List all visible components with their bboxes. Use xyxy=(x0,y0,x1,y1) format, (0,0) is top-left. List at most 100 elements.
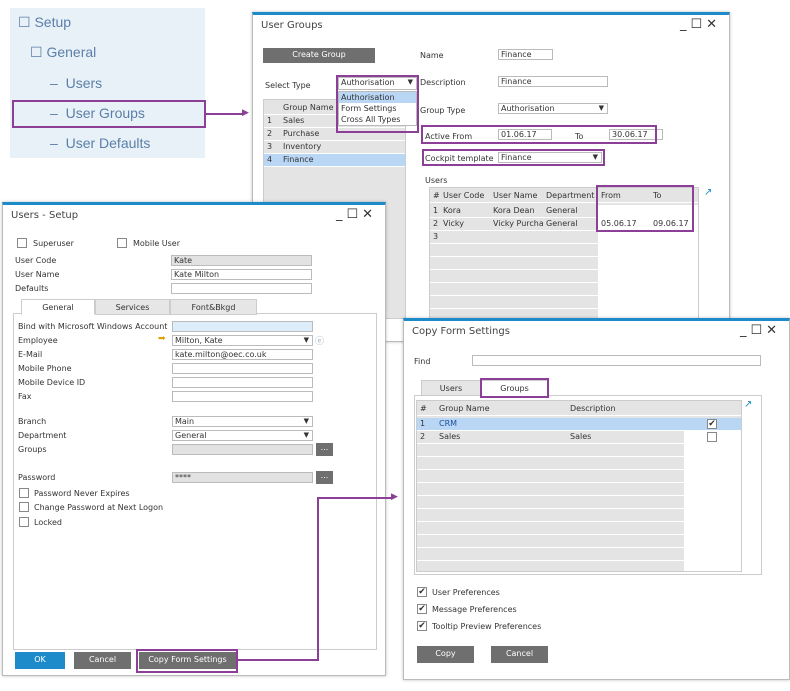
table-cell xyxy=(598,244,698,256)
defaults-input[interactable] xyxy=(171,283,312,294)
group-type-dropdown[interactable]: Authorisation xyxy=(498,103,608,114)
mobile-user-checkbox[interactable] xyxy=(117,238,127,248)
user-code-input[interactable]: Kate xyxy=(171,255,312,266)
field-input[interactable]: Milton, Kate xyxy=(172,335,313,346)
password-never-expires-checkbox[interactable] xyxy=(19,488,29,498)
highlight-box xyxy=(12,100,206,128)
highlight-box xyxy=(480,378,549,398)
window-controls[interactable]: _☐✕ xyxy=(336,207,377,222)
arrow-line xyxy=(206,113,244,115)
column-header[interactable]: # xyxy=(430,190,440,202)
field-input[interactable] xyxy=(172,391,313,402)
empty-row xyxy=(417,535,741,548)
empty-row xyxy=(430,283,698,296)
groups-browse-button[interactable]: ... xyxy=(316,443,333,456)
field-label: Fax xyxy=(18,392,32,401)
table-cell xyxy=(598,296,698,308)
name-label: Name xyxy=(420,51,444,60)
branch-dropdown[interactable]: Main xyxy=(172,416,313,427)
row-number: 1 xyxy=(420,419,426,428)
highlight-box xyxy=(422,149,605,166)
nav-users[interactable]: – Users xyxy=(50,75,102,91)
tab-users[interactable]: Users xyxy=(421,380,481,396)
table-cell xyxy=(684,548,741,560)
password-button[interactable]: ... xyxy=(316,471,333,484)
nav-general[interactable]: ☐ General xyxy=(30,44,96,61)
find-label: Find xyxy=(414,357,431,366)
empty-row xyxy=(417,548,741,561)
preference-checkbox[interactable]: ✔ xyxy=(417,621,427,631)
table-cell xyxy=(598,283,698,295)
select-checkbox[interactable]: ✔ xyxy=(707,419,717,429)
department-dropdown[interactable]: General xyxy=(172,430,313,441)
column-header[interactable]: # xyxy=(417,403,427,415)
window-title: User Groups xyxy=(261,20,323,31)
select-checkbox[interactable] xyxy=(707,432,717,442)
table-row[interactable]: 2 Sales Sales xyxy=(417,431,741,444)
user-code-label: User Code xyxy=(15,256,57,265)
column-header[interactable]: Description xyxy=(567,403,616,415)
tab-services[interactable]: Services xyxy=(95,299,170,315)
field-label: Mobile Phone xyxy=(18,364,72,373)
field-label: Employee xyxy=(18,336,58,345)
change-password-checkbox[interactable] xyxy=(19,502,29,512)
link-arrow-icon[interactable]: ➡ xyxy=(158,334,166,344)
field-label: Bind with Microsoft Windows Account xyxy=(18,322,168,331)
expand-icon[interactable]: ↗ xyxy=(704,187,712,198)
field-input[interactable]: kate.milton@oec.co.uk xyxy=(172,349,313,360)
window-controls[interactable]: _☐✕ xyxy=(740,323,781,338)
description-input[interactable]: Finance xyxy=(498,76,608,87)
tab-general[interactable]: General xyxy=(21,299,95,315)
expand-icon[interactable]: ↗ xyxy=(744,399,752,410)
ok-button[interactable]: OK xyxy=(15,652,65,669)
create-group-button[interactable]: Create Group xyxy=(263,48,375,63)
superuser-checkbox[interactable] xyxy=(17,238,27,248)
find-input[interactable] xyxy=(472,355,761,366)
grid-header: # Group Name Description xyxy=(417,403,741,416)
table-cell xyxy=(598,270,698,282)
password-input[interactable]: **** xyxy=(172,472,313,483)
column-header[interactable]: User Code xyxy=(440,190,490,202)
row-number: 2 xyxy=(420,432,426,441)
locked-checkbox[interactable] xyxy=(19,517,29,527)
table-cell xyxy=(598,257,698,269)
highlight-box xyxy=(421,125,657,144)
cancel-button[interactable]: Cancel xyxy=(74,652,131,669)
cancel-button[interactable]: Cancel xyxy=(491,646,548,663)
empty-row xyxy=(417,509,741,522)
table-row[interactable]: 3 Inventory xyxy=(264,141,405,154)
superuser-label: Superuser xyxy=(33,239,74,248)
column-header[interactable]: Group Name xyxy=(436,403,490,415)
list-icon[interactable]: ⓔ xyxy=(315,334,324,347)
table-cell xyxy=(684,496,741,508)
group-type-label: Group Type xyxy=(420,106,466,115)
table-cell xyxy=(684,470,741,482)
table-row[interactable]: 3 xyxy=(430,231,698,244)
preference-checkbox[interactable]: ✔ xyxy=(417,604,427,614)
nav-user-defaults[interactable]: – User Defaults xyxy=(50,135,150,151)
table-row[interactable]: 1 CRM ✔ xyxy=(417,418,741,431)
window-controls[interactable]: _☐✕ xyxy=(680,17,721,32)
copy-button[interactable]: Copy xyxy=(417,646,474,663)
groups-input[interactable] xyxy=(172,444,313,455)
groups-label: Groups xyxy=(18,445,47,454)
table-cell: Vicky xyxy=(443,219,464,228)
arrow-head-icon: ▶ xyxy=(242,108,249,118)
user-name-input[interactable]: Kate Milton xyxy=(171,269,312,280)
table-row-selected[interactable]: 4 Finance xyxy=(264,154,405,167)
description-label: Description xyxy=(420,78,466,87)
field-input[interactable] xyxy=(172,321,313,332)
arrow-line xyxy=(317,497,393,499)
table-cell xyxy=(684,444,741,456)
column-header[interactable]: User Name xyxy=(490,190,543,202)
field-input[interactable] xyxy=(172,363,313,374)
window-title: Users - Setup xyxy=(11,210,79,221)
name-input[interactable]: Finance xyxy=(498,49,553,60)
table-cell xyxy=(684,561,741,571)
nav-setup[interactable]: ☐ Setup xyxy=(18,14,71,31)
preference-checkbox[interactable]: ✔ xyxy=(417,587,427,597)
tab-font-bkgd[interactable]: Font&Bkgd xyxy=(170,299,257,315)
table-cell xyxy=(598,231,650,243)
column-header[interactable]: Department xyxy=(543,190,598,202)
field-input[interactable] xyxy=(172,377,313,388)
